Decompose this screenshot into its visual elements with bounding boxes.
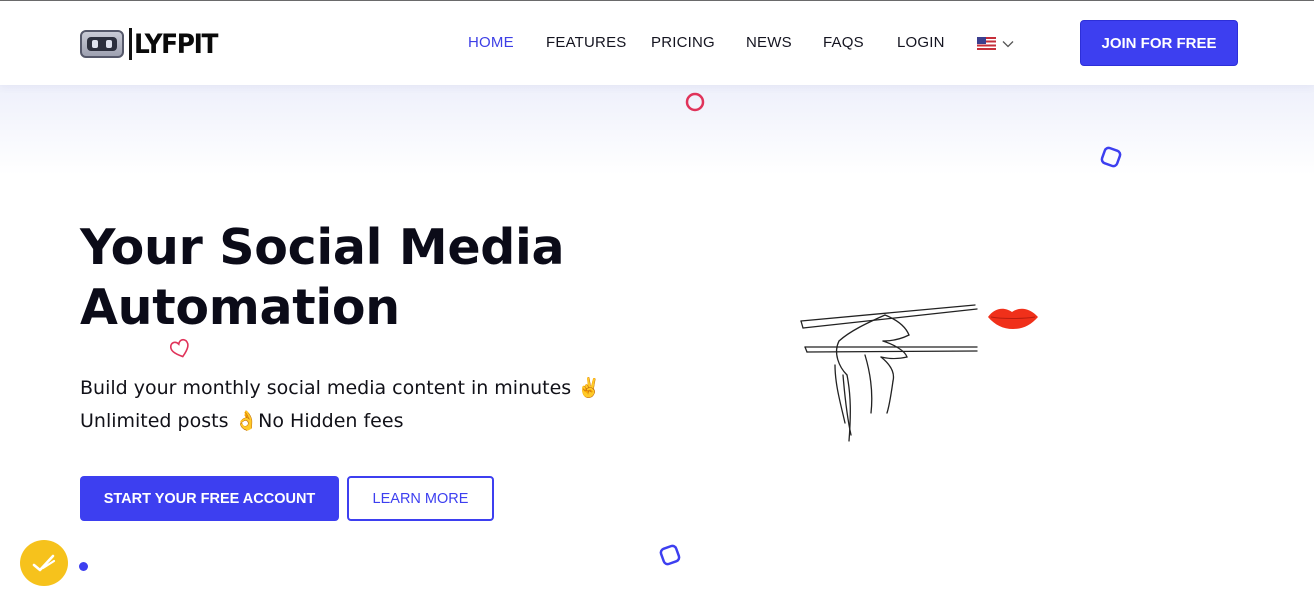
chopsticks-hand-illustration <box>800 304 1038 442</box>
hero-subtitle: Build your monthly social media content … <box>80 372 601 438</box>
nav-news[interactable]: NEWS <box>746 34 792 51</box>
help-widget-button[interactable] <box>20 540 68 586</box>
carousel-dot[interactable] <box>79 562 88 571</box>
start-free-account-button[interactable]: START YOUR FREE ACCOUNT <box>80 476 339 521</box>
check-pencil-icon <box>32 554 56 572</box>
language-selector[interactable] <box>977 37 1014 50</box>
hero-subtitle-line: Unlimited posts 👌No Hidden fees <box>80 410 404 432</box>
rounded-square-icon <box>1100 146 1122 168</box>
hero-subtitle-line: Build your monthly social media content … <box>80 377 601 399</box>
nav-features[interactable]: FEATURES <box>546 34 627 51</box>
site-header: LYFPIT HOME FEATURES PRICING NEWS FAQS L… <box>0 1 1314 85</box>
us-flag-icon <box>977 37 996 50</box>
hero-title: Your Social Media Automation <box>80 218 640 338</box>
heart-outline-icon <box>169 338 189 358</box>
lips-icon <box>988 308 1038 329</box>
learn-more-button[interactable]: LEARN MORE <box>347 476 494 521</box>
rounded-square-icon <box>659 544 681 566</box>
nav-home[interactable]: HOME <box>468 34 514 51</box>
chevron-down-icon <box>1002 40 1014 47</box>
nav-faqs[interactable]: FAQS <box>823 34 864 51</box>
nav-pricing[interactable]: PRICING <box>651 34 715 51</box>
hero-title-line: Your Social Media <box>80 219 565 276</box>
hero-title-line: Automation <box>80 279 400 336</box>
join-for-free-button[interactable]: JOIN FOR FREE <box>1080 20 1238 66</box>
nav-login[interactable]: LOGIN <box>897 34 945 51</box>
circle-outline-icon <box>685 92 705 112</box>
